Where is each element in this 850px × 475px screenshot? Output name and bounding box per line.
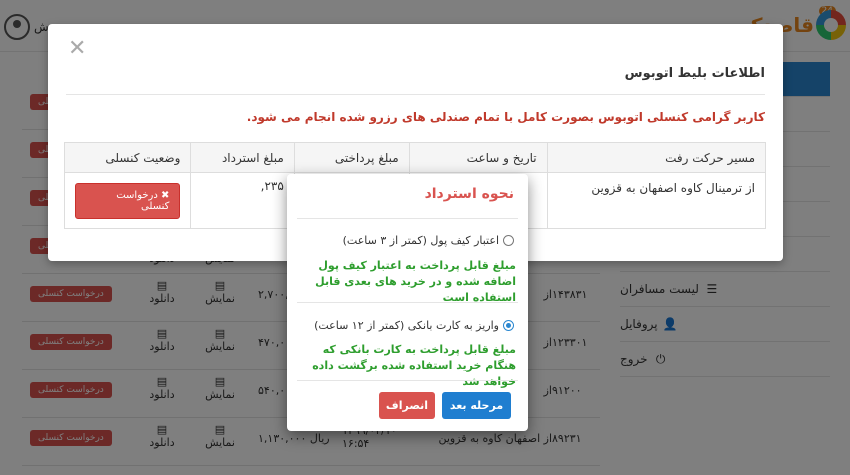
bank-card-option-desc: مبلغ قابل پرداخت به کارت بانکی که هنگام … (312, 343, 516, 388)
column-header: مبلغ پرداختی (293, 142, 410, 173)
cancel-button[interactable]: انصراف (379, 392, 435, 419)
bank-card-option-label: واریز به کارت بانکی (کمتر از ۱۲ ساعت) (314, 319, 499, 332)
close-icon[interactable]: ✕ (68, 38, 86, 60)
refund-method-modal: نحوه استرداد اعتبار کیف پول (کمتر از ۳ س… (287, 174, 528, 431)
modal-title: نحوه استرداد (424, 186, 514, 202)
wallet-option[interactable]: اعتبار کیف پول (کمتر از ۳ ساعت) (343, 234, 514, 247)
modal-title: اطلاعات بلیط اتوبوس (624, 66, 765, 81)
cancel-note: کاربر گرامی کنسلی اتوبوس بصورت کامل با ت… (246, 110, 765, 124)
column-header: مبلغ استرداد (190, 142, 295, 173)
refund-cell: ۲۳۵, (190, 172, 295, 229)
next-step-button[interactable]: مرحله بعد (442, 392, 511, 419)
divider (297, 380, 518, 381)
divider (297, 218, 518, 219)
bank-card-radio[interactable] (503, 320, 514, 331)
cancel-request-button[interactable]: ✖ درخواست کنسلی (75, 182, 181, 219)
column-header: مسیر حرکت رفت (546, 142, 767, 173)
table-header-row: وضعیت کنسلی مبلغ استرداد مبلغ پرداختی تا… (63, 142, 767, 173)
divider (66, 94, 765, 95)
column-header: تاریخ و ساعت (408, 142, 548, 173)
cancel-cell: ✖ درخواست کنسلی (63, 172, 192, 229)
wallet-option-desc: مبلغ قابل پرداخت به اعتبار کیف پول اضافه… (315, 259, 516, 304)
divider (297, 302, 518, 303)
bank-card-option[interactable]: واریز به کارت بانکی (کمتر از ۱۲ ساعت) (314, 319, 514, 332)
wallet-option-label: اعتبار کیف پول (کمتر از ۳ ساعت) (342, 234, 499, 247)
column-header: وضعیت کنسلی (63, 142, 192, 173)
route-cell: از ترمینال کاوه اصفهان به قزوین (546, 172, 767, 229)
wallet-radio[interactable] (503, 235, 514, 246)
